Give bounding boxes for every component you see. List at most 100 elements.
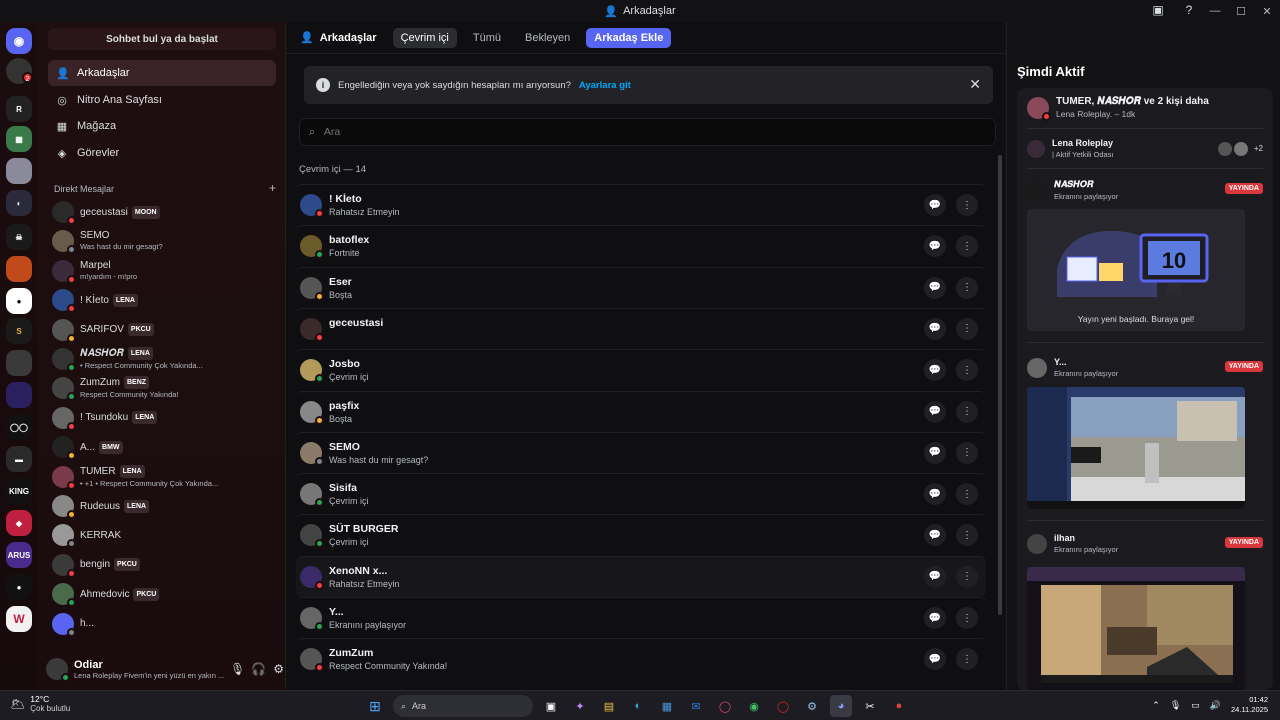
nav-shop[interactable]: ▦ Mağaza — [48, 113, 276, 139]
taskbar-search[interactable]: ⌕ Ara — [393, 695, 533, 717]
message-icon[interactable]: 💬 — [924, 565, 946, 588]
friend-row[interactable]: Sisifa Çevrim içi 💬 ⋮ — [296, 473, 986, 514]
conversation-search[interactable]: Sohbet bul ya da başlat — [48, 28, 276, 50]
dm-item[interactable]: TUMER LENA • +1 • Respect Community Çok Ya… — [52, 463, 276, 491]
group-activity[interactable]: TUMER, 𝑵𝑨𝑺𝑯𝑶𝑹 ve 2 kişi daha Lena Rolepl… — [1027, 96, 1209, 121]
microphone-icon[interactable]: 🎙 — [1170, 700, 1181, 711]
friend-row[interactable]: Josbo Çevrim içi 💬 ⋮ — [296, 349, 986, 390]
message-icon[interactable]: 💬 — [924, 607, 946, 629]
clock[interactable]: 01:42 24.11.2025 — [1231, 695, 1268, 715]
dm-item[interactable]: ! Tsundoku LENA — [52, 404, 276, 432]
message-icon[interactable]: 💬 — [924, 400, 946, 423]
weather-widget[interactable]: 🌥 12°C Çok bulutlu — [10, 694, 70, 714]
server-icon[interactable]: ☠ — [6, 224, 32, 250]
server-icon[interactable]: ● — [6, 288, 32, 314]
message-icon[interactable]: 💬 — [924, 194, 946, 216]
message-icon[interactable]: 💬 — [924, 483, 946, 506]
scrollbar[interactable] — [998, 155, 1002, 615]
dm-item[interactable]: SEMO Was hast du mir gesagt? — [52, 227, 276, 255]
stream-thumbnail[interactable] — [1027, 567, 1245, 690]
server-icon[interactable] — [6, 158, 32, 184]
network-icon[interactable]: ▭ — [1191, 700, 1200, 711]
more-options-icon[interactable]: ⋮ — [956, 359, 978, 382]
tab-online[interactable]: Çevrim içi — [392, 27, 457, 48]
more-options-icon[interactable]: ⋮ — [956, 235, 978, 258]
server-icon[interactable] — [6, 382, 32, 408]
friend-row[interactable]: Eser Boşta 💬 ⋮ — [296, 266, 986, 308]
friend-row[interactable]: batoflex Fortnite 💬 ⋮ — [296, 225, 986, 266]
server-icon[interactable]: W — [6, 606, 32, 632]
dm-item[interactable]: 𝑵𝑨𝑺𝑯𝑶𝑹 LENA • Respect Community Çok Yakınd… — [52, 345, 276, 373]
settings-link[interactable]: Ayarlara git — [579, 80, 631, 91]
dm-item[interactable]: geceustasi MOON — [52, 198, 276, 226]
store-icon[interactable]: ▦ — [656, 695, 678, 717]
close-icon[interactable]: ✕ — [969, 76, 981, 93]
microphone-icon[interactable]: 🎙 — [230, 662, 245, 676]
friend-row[interactable]: Y... Ekranını paylaşıyor 💬 ⋮ — [296, 597, 986, 638]
message-icon[interactable]: 💬 — [924, 276, 946, 299]
more-options-icon[interactable]: ⋮ — [956, 276, 978, 299]
dm-item[interactable]: h... — [52, 610, 276, 638]
server-icon[interactable]: ARUS — [6, 542, 32, 568]
server-icon[interactable]: ▬ — [6, 446, 32, 472]
message-icon[interactable]: 💬 — [924, 317, 946, 340]
more-options-icon[interactable]: ⋮ — [956, 607, 978, 629]
start-icon[interactable]: ⊞ — [364, 695, 386, 717]
stream-thumbnail[interactable]: 10 Yayın yeni başladı. Buraya gel! — [1027, 209, 1245, 331]
message-icon[interactable]: 💬 — [924, 524, 946, 547]
message-icon[interactable]: 💬 — [924, 359, 946, 382]
opera-icon[interactable]: ◯ — [714, 695, 736, 717]
dm-item[interactable]: ! Kİeto LENA — [52, 286, 276, 314]
more-options-icon[interactable]: ⋮ — [956, 194, 978, 216]
edge-icon[interactable]: ◐ — [627, 695, 649, 717]
more-options-icon[interactable]: ⋮ — [956, 441, 978, 464]
server-icon[interactable]: ▦ — [6, 126, 32, 152]
stream-card[interactable]: 𝑵𝑨𝑺𝑯𝑶𝑹 Ekranını paylaşıyor YAYINDA 10 Ya… — [1027, 168, 1263, 331]
message-icon[interactable]: 💬 — [924, 235, 946, 258]
dm-item[interactable]: Rudeuus LENA — [52, 492, 276, 520]
chevron-up-icon[interactable]: ⌃ — [1152, 700, 1160, 711]
friend-row[interactable]: ! Kİeto Rahatsız Etmeyin 💬 ⋮ — [296, 184, 986, 225]
friend-row[interactable]: SÜT BURGER Çevrim içi 💬 ⋮ — [296, 514, 986, 555]
avatar[interactable] — [46, 658, 70, 682]
dm-item[interactable]: Marpel m!yardım - m!pro — [52, 257, 276, 285]
nav-nitro[interactable]: ◎ Nitro Ana Sayfası — [48, 87, 276, 113]
app-icon[interactable]: ● — [888, 695, 910, 717]
steam-icon[interactable]: ⚙ — [801, 695, 823, 717]
help-icon[interactable]: ? — [1181, 3, 1197, 19]
more-options-icon[interactable]: ⋮ — [956, 524, 978, 547]
chrome-icon[interactable]: ◉ — [743, 695, 765, 717]
dm-item[interactable]: Ahmedovic PKCU — [52, 580, 276, 608]
active-now-card[interactable]: TUMER, 𝑵𝑨𝑺𝑯𝑶𝑹 ve 2 kişi daha Lena Rolepl… — [1017, 88, 1273, 690]
stream-card[interactable]: Y... Ekranını paylaşıyor YAYINDA — [1027, 342, 1263, 509]
headphones-icon[interactable]: 🎧 — [251, 662, 266, 676]
discord-home-icon[interactable]: ◉ — [6, 28, 32, 54]
close-button[interactable]: ✕ — [1254, 5, 1280, 18]
search-input[interactable] — [323, 126, 924, 138]
gear-icon[interactable]: ⚙ — [272, 662, 285, 676]
message-icon[interactable]: 💬 — [924, 648, 946, 671]
more-options-icon[interactable]: ⋮ — [956, 317, 978, 340]
more-options-icon[interactable]: ⋮ — [956, 565, 978, 588]
more-options-icon[interactable]: ⋮ — [956, 400, 978, 423]
friend-row[interactable]: SEMO Was hast du mir gesagt? 💬 ⋮ — [296, 431, 986, 473]
minimize-button[interactable]: — — [1202, 5, 1228, 17]
server-icon[interactable]: ◯◯ — [6, 414, 32, 440]
server-icon[interactable]: R — [6, 96, 32, 122]
capcut-icon[interactable]: ✂ — [859, 695, 881, 717]
task-view-icon[interactable]: ▣ — [540, 695, 562, 717]
server-icon[interactable]: KING — [6, 478, 32, 504]
tab-all[interactable]: Tümü — [465, 28, 509, 48]
more-options-icon[interactable]: ⋮ — [956, 648, 978, 671]
dm-item[interactable]: A... BMW — [52, 433, 276, 461]
server-icon[interactable] — [6, 350, 32, 376]
file-explorer-icon[interactable]: ▤ — [598, 695, 620, 717]
add-dm-button[interactable]: + — [269, 181, 276, 195]
friend-row[interactable]: geceustasi 💬 ⋮ — [296, 307, 986, 349]
outlook-icon[interactable]: ✉ — [685, 695, 707, 717]
server-icon[interactable]: ◐ — [6, 190, 32, 216]
friend-row[interactable]: XenoNN x... Rahatsız Etmeyin 💬 ⋮ — [296, 555, 986, 597]
volume-icon[interactable]: 🔊 — [1210, 700, 1221, 711]
tab-pending[interactable]: Bekleyen — [517, 28, 578, 48]
more-options-icon[interactable]: ⋮ — [956, 483, 978, 506]
